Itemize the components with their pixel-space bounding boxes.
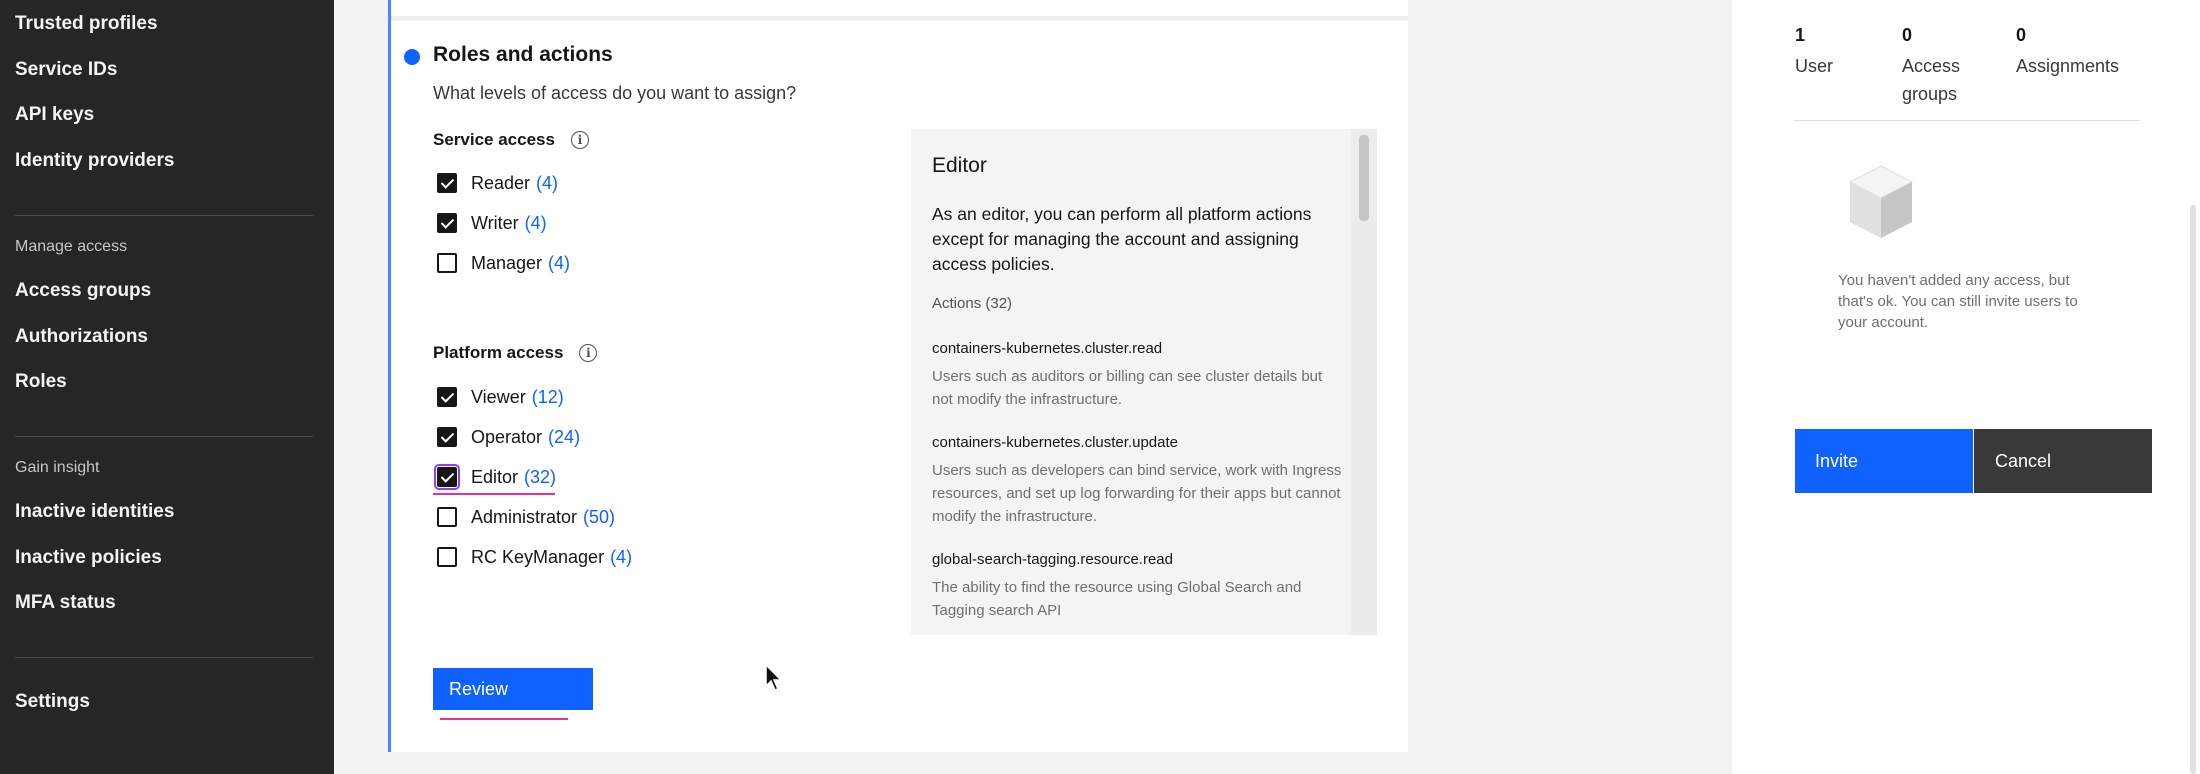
- checkbox-administrator[interactable]: Administrator (50): [437, 504, 615, 530]
- checkbox-count: (50): [583, 506, 616, 527]
- checkbox-unchecked-icon[interactable]: [437, 507, 457, 527]
- sidebar-item-authorizations[interactable]: Authorizations: [15, 326, 148, 348]
- checkbox-editor[interactable]: Editor (32): [434, 464, 557, 490]
- checkbox-operator[interactable]: Operator (24): [437, 424, 580, 450]
- platform-access-title: Platform access: [433, 343, 564, 362]
- sidebar-item-trusted-profiles[interactable]: Trusted profiles: [15, 13, 158, 35]
- cancel-button[interactable]: Cancel: [1974, 429, 2152, 493]
- checkbox-label: Editor: [471, 466, 519, 487]
- action-name: containers-kubernetes.cluster.read: [932, 340, 1163, 357]
- checkbox-label: Viewer: [471, 386, 526, 407]
- checkbox-writer[interactable]: Writer (4): [437, 210, 547, 236]
- action-description: Users such as developers can bind servic…: [932, 462, 1342, 525]
- invite-button[interactable]: Invite: [1795, 429, 1973, 493]
- checkbox-count: (4): [548, 252, 571, 273]
- summary-panel: 1 User 0 Access groups 0 Assignments You…: [1732, 0, 2200, 774]
- checkbox-count: (4): [536, 172, 559, 193]
- sidebar-divider: [15, 215, 313, 216]
- highlight-underline: [440, 718, 568, 720]
- action-name: containers-kubernetes.cluster.update: [932, 434, 1178, 451]
- role-detail-title: Editor: [932, 154, 987, 177]
- role-detail-description: As an editor, you can perform all platfo…: [932, 204, 1312, 274]
- mouse-cursor-icon: [765, 664, 783, 691]
- sidebar-heading-manage-access: Manage access: [15, 238, 128, 255]
- action-description: The ability to find the resource using G…: [932, 579, 1302, 619]
- action-description: Users such as auditors or billing can se…: [932, 368, 1323, 408]
- actions-heading: Actions (32): [932, 295, 1013, 312]
- step-description: What levels of access do you want to ass…: [433, 83, 797, 103]
- stat-users-count: 1: [1795, 25, 1806, 45]
- summary-divider: [1794, 120, 2140, 121]
- checkbox-checked-icon[interactable]: [434, 464, 460, 490]
- sidebar-item-inactive-policies[interactable]: Inactive policies: [15, 547, 162, 569]
- checkbox-label: Operator: [471, 426, 543, 447]
- checkbox-label: Administrator: [471, 506, 578, 527]
- sidebar-item-settings[interactable]: Settings: [15, 691, 90, 713]
- service-access-heading: Service access i: [433, 130, 589, 150]
- checkbox-count: (32): [524, 466, 557, 487]
- previous-step-card: [388, 0, 1408, 21]
- checkbox-count: (12): [531, 386, 564, 407]
- checkbox-checked-icon[interactable]: [437, 387, 457, 407]
- sidebar-item-api-keys[interactable]: API keys: [15, 104, 94, 126]
- checkbox-checked-icon[interactable]: [437, 173, 457, 193]
- sidebar-divider: [15, 436, 313, 437]
- checkbox-label: Writer: [471, 212, 519, 233]
- checkbox-checked-icon[interactable]: [437, 427, 457, 447]
- checkbox-manager[interactable]: Manager (4): [437, 250, 570, 276]
- stat-access-groups-label: Access groups: [1902, 56, 1961, 104]
- stat-assignments-count: 0: [2016, 25, 2027, 45]
- sidebar-item-service-ids[interactable]: Service IDs: [15, 59, 117, 81]
- review-button[interactable]: Review: [433, 668, 593, 710]
- empty-box-icon: [1848, 165, 1914, 238]
- checkbox-reader[interactable]: Reader (4): [437, 170, 558, 196]
- sidebar-item-roles[interactable]: Roles: [15, 371, 67, 393]
- stat-access-groups-count: 0: [1902, 25, 1913, 45]
- checkbox-count: (4): [610, 546, 633, 567]
- checkbox-unchecked-icon[interactable]: [437, 253, 457, 273]
- step-rail: [388, 0, 391, 752]
- action-name: global-search-tagging.resource.read: [932, 551, 1173, 568]
- checkbox-label: Reader: [471, 172, 531, 193]
- info-icon[interactable]: i: [570, 131, 589, 149]
- checkbox-label: RC KeyManager: [471, 546, 605, 567]
- checkbox-unchecked-icon[interactable]: [437, 547, 457, 567]
- service-access-title: Service access: [433, 130, 555, 149]
- sidebar-item-mfa-status[interactable]: MFA status: [15, 592, 116, 614]
- empty-state-message: You haven't added any access, but that's…: [1838, 272, 2078, 331]
- highlight-underline: [433, 493, 555, 495]
- sidebar-item-access-groups[interactable]: Access groups: [15, 280, 151, 302]
- sidebar: Trusted profiles Service IDs API keys Id…: [0, 0, 334, 774]
- scrollbar-thumb[interactable]: [2190, 205, 2196, 774]
- sidebar-item-inactive-identities[interactable]: Inactive identities: [15, 501, 174, 523]
- sidebar-item-identity-providers[interactable]: Identity providers: [15, 150, 174, 172]
- step-title: Roles and actions: [433, 43, 613, 66]
- sidebar-divider: [15, 657, 313, 658]
- checkbox-count: (24): [548, 426, 581, 447]
- checkbox-rc-keymanager[interactable]: RC KeyManager (4): [437, 544, 632, 570]
- role-detail-panel[interactable]: Editor As an editor, you can perform all…: [911, 129, 1377, 635]
- stat-assignments-label: Assignments: [2016, 56, 2120, 76]
- scrollbar-thumb[interactable]: [1359, 135, 1369, 221]
- checkbox-viewer[interactable]: Viewer (12): [437, 384, 564, 410]
- platform-access-heading: Platform access i: [433, 343, 598, 363]
- info-icon[interactable]: i: [579, 344, 598, 362]
- checkbox-checked-icon[interactable]: [437, 213, 457, 233]
- checkbox-count: (4): [524, 212, 547, 233]
- step-indicator-dot: [404, 49, 420, 65]
- stat-users-label: User: [1795, 56, 1834, 76]
- checkbox-label: Manager: [471, 252, 543, 273]
- sidebar-heading-gain-insight: Gain insight: [15, 459, 100, 476]
